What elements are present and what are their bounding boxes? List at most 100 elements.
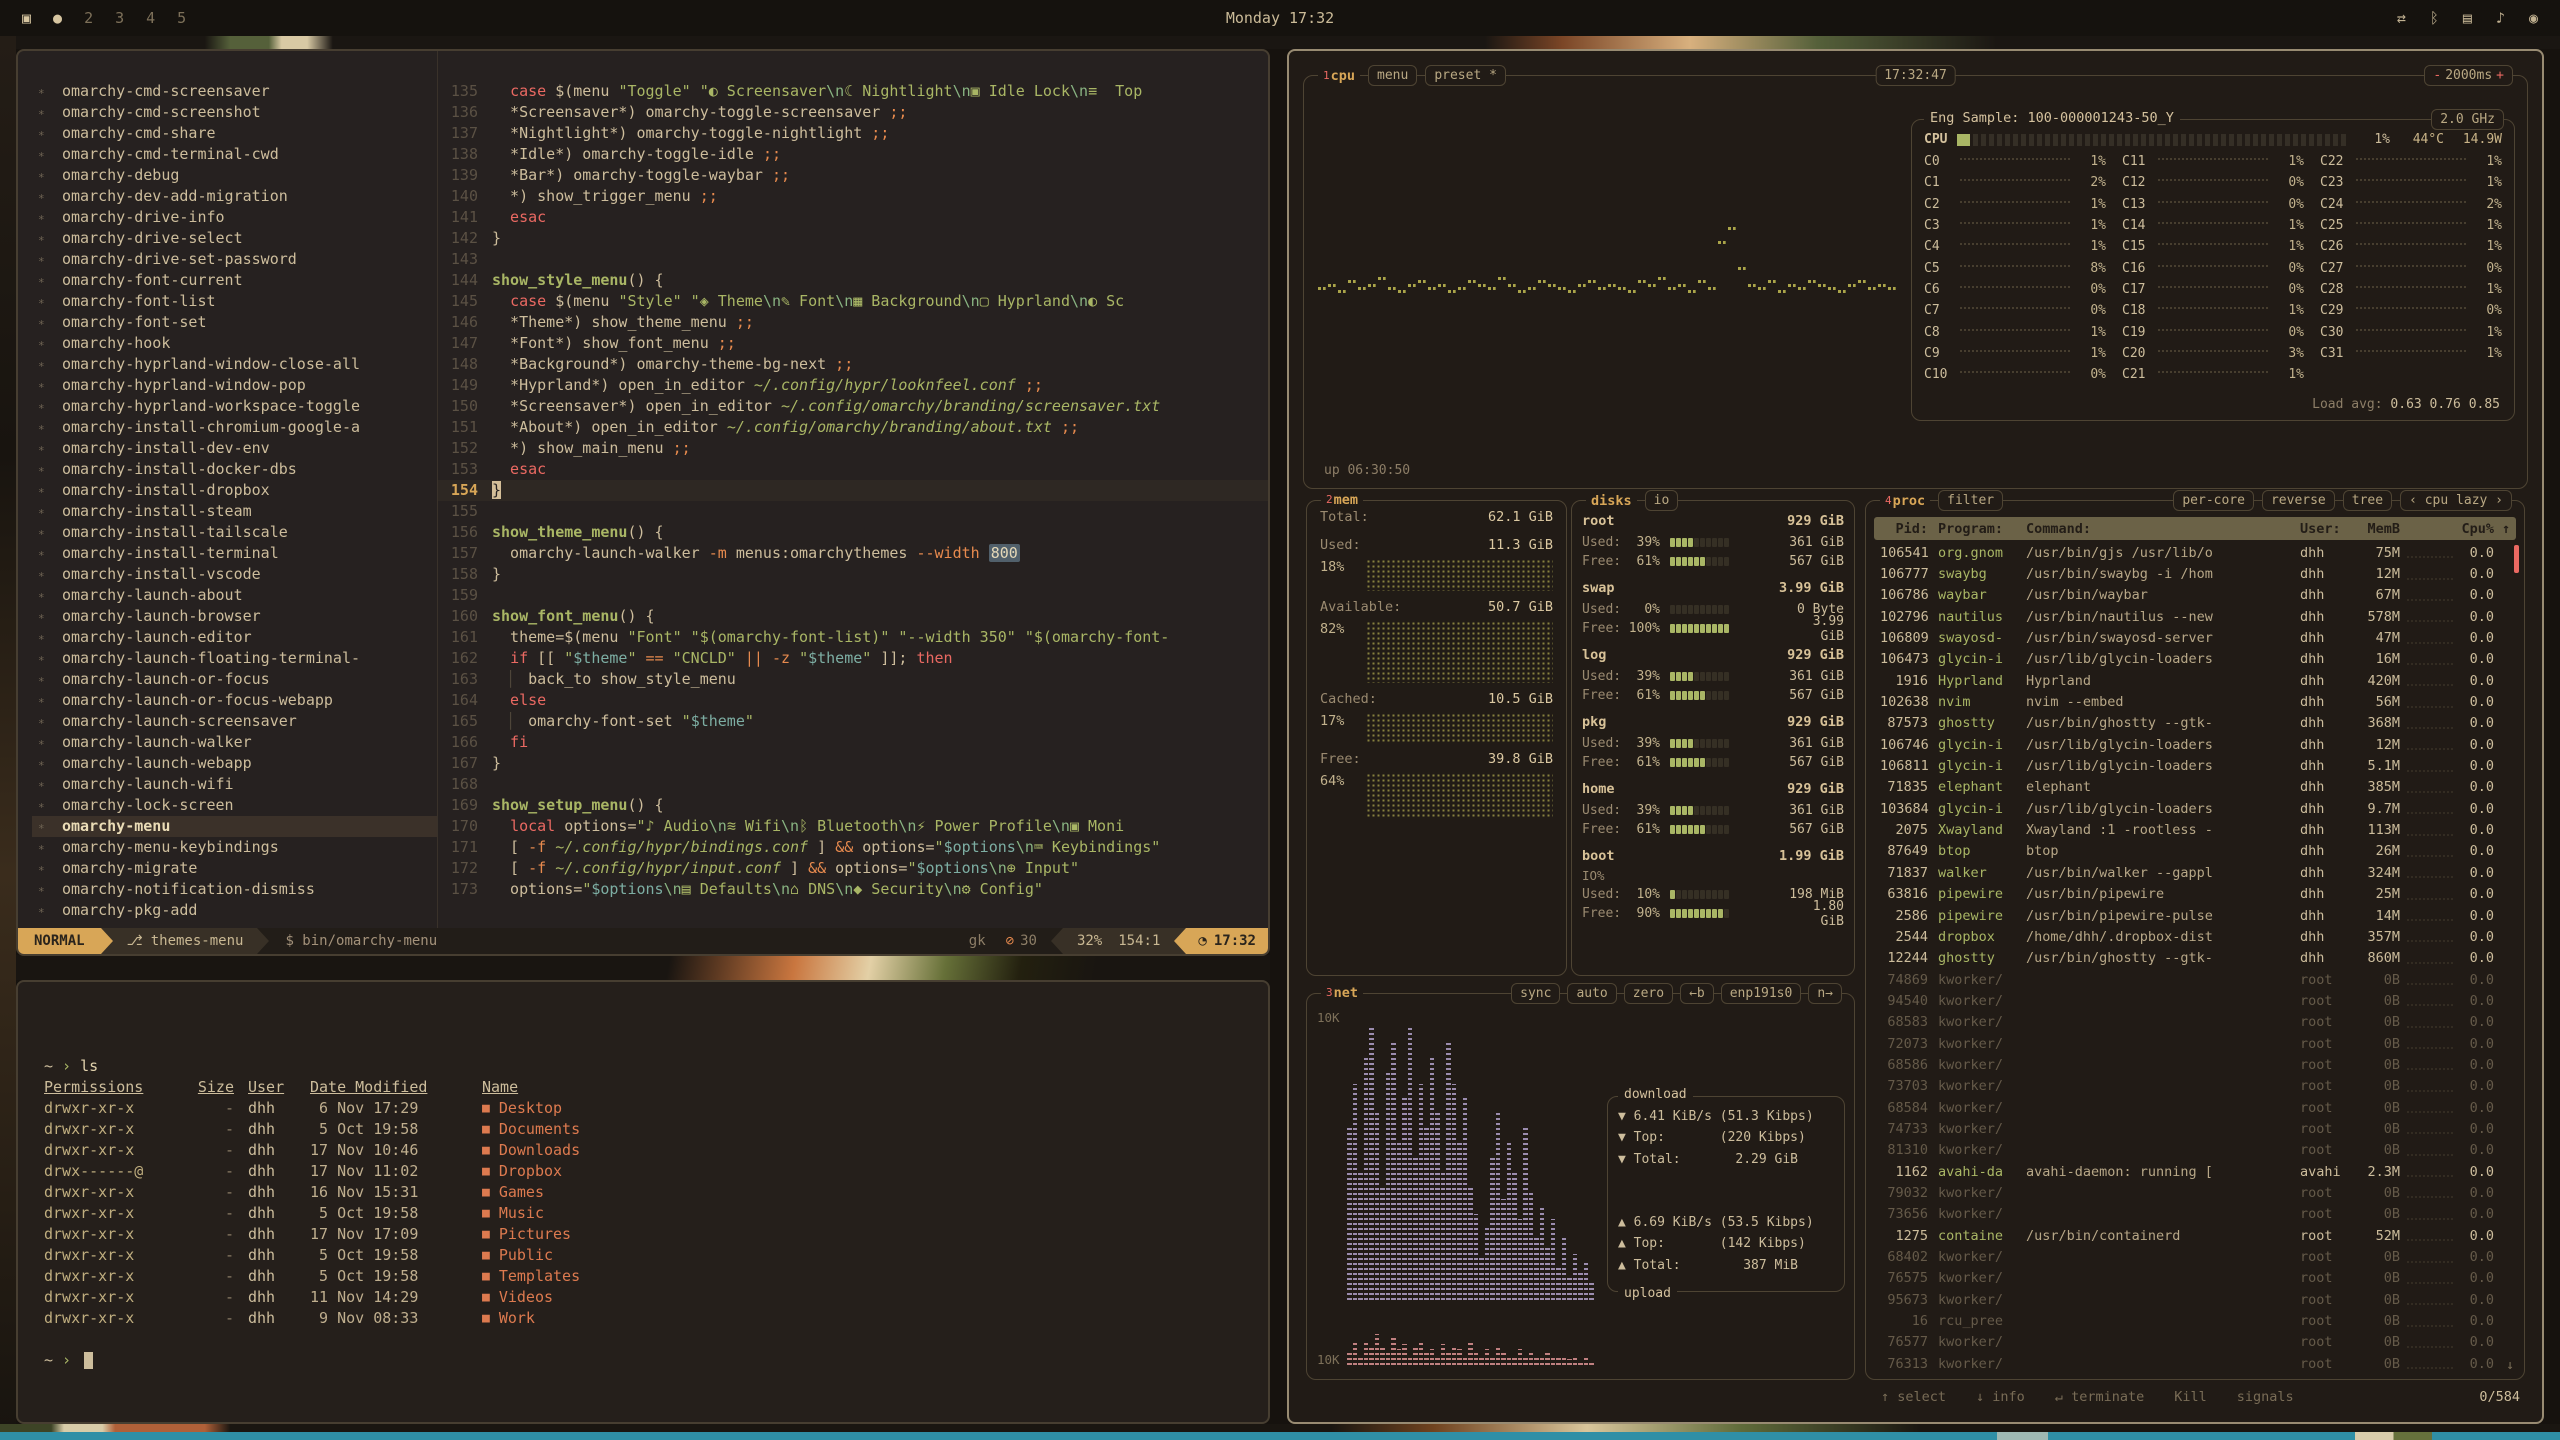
- process-row[interactable]: 106777 swaybg /usr/bin/swaybg -i /hom dh…: [1874, 563, 2516, 584]
- file-item[interactable]: ∗ omarchy-drive-info: [32, 207, 437, 228]
- file-item[interactable]: ∗ omarchy-drive-set-password: [32, 249, 437, 270]
- process-row[interactable]: 71835 elephant elephant dhh 385M 0.0: [1874, 777, 2516, 798]
- file-item[interactable]: ∗ omarchy-install-steam: [32, 501, 437, 522]
- interval-plus[interactable]: +: [2496, 67, 2504, 85]
- workspace-item[interactable]: 2: [84, 9, 93, 27]
- status-icon[interactable]: ▤: [2463, 9, 2472, 27]
- file-item[interactable]: ∗ omarchy-cmd-share: [32, 123, 437, 144]
- file-item[interactable]: ∗ omarchy-font-set: [32, 312, 437, 333]
- file-item[interactable]: ∗ omarchy-launch-about: [32, 585, 437, 606]
- proc-option[interactable]: ‹ cpu lazy ›: [2400, 490, 2512, 511]
- net-option[interactable]: ←b: [1680, 983, 1714, 1004]
- net-option[interactable]: n→: [1808, 983, 1842, 1004]
- process-table-header[interactable]: Pid: Program: Command: User: MemB Cpu% ↑: [1874, 517, 2516, 540]
- workspace-item[interactable]: 3: [115, 9, 124, 27]
- file-item[interactable]: ∗ omarchy-install-chromium-google-a: [32, 417, 437, 438]
- status-icon[interactable]: ♪: [2496, 9, 2505, 27]
- disks-box-title[interactable]: disks: [1586, 491, 1637, 511]
- help-item[interactable]: ↵ terminate: [2055, 1389, 2144, 1405]
- file-item[interactable]: ∗ omarchy-install-dev-env: [32, 438, 437, 459]
- workspace-item[interactable]: 4: [146, 9, 155, 27]
- interval-minus[interactable]: -: [2433, 67, 2441, 85]
- sort-direction-icon[interactable]: ↑: [2494, 521, 2510, 537]
- file-tree[interactable]: ∗ omarchy-cmd-screensaver ∗ omarchy-cmd-…: [18, 51, 438, 954]
- process-row[interactable]: 68586 kworker/ root 0B 0.0: [1874, 1054, 2516, 1075]
- process-row[interactable]: 1162 avahi-da avahi-daemon: running [ av…: [1874, 1161, 2516, 1182]
- process-row[interactable]: 16 rcu_pree root 0B 0.0: [1874, 1310, 2516, 1331]
- workspace-item[interactable]: ●: [53, 9, 62, 27]
- process-row[interactable]: 87573 ghostty /usr/bin/ghostty --gtk- dh…: [1874, 713, 2516, 734]
- preset-button[interactable]: preset *: [1425, 65, 1506, 86]
- process-row[interactable]: 73703 kworker/ root 0B 0.0: [1874, 1076, 2516, 1097]
- process-row[interactable]: 87649 btop btop dhh 26M 0.0: [1874, 841, 2516, 862]
- net-option[interactable]: sync: [1511, 983, 1560, 1004]
- proc-option[interactable]: per-core: [2173, 490, 2254, 511]
- process-row[interactable]: 76313 kworker/ root 0B 0.0: [1874, 1353, 2516, 1374]
- git-branch[interactable]: ⎇ themes-menu: [113, 928, 258, 954]
- process-row[interactable]: 79032 kworker/ root 0B 0.0: [1874, 1182, 2516, 1203]
- file-item[interactable]: ∗ omarchy-menu-keybindings: [32, 837, 437, 858]
- process-row[interactable]: 76575 kworker/ root 0B 0.0: [1874, 1268, 2516, 1289]
- process-row[interactable]: 1916 Hyprland Hyprland dhh 420M 0.0: [1874, 670, 2516, 691]
- workspace-item[interactable]: ▣: [22, 9, 31, 27]
- file-item[interactable]: ∗ omarchy-launch-or-focus: [32, 669, 437, 690]
- file-item[interactable]: ∗ omarchy-cmd-terminal-cwd: [32, 144, 437, 165]
- file-item[interactable]: ∗ omarchy-install-tailscale: [32, 522, 437, 543]
- process-row[interactable]: 2544 dropbox /home/dhh/.dropbox-dist dhh…: [1874, 926, 2516, 947]
- prompt-line-current[interactable]: ~ ›: [44, 1350, 1242, 1371]
- file-item[interactable]: ∗ omarchy-hook: [32, 333, 437, 354]
- code-editor[interactable]: 135 case $(menu "Toggle" "◐ Screensaver\…: [438, 51, 1268, 954]
- io-toggle[interactable]: io: [1645, 490, 1679, 511]
- scroll-down-icon[interactable]: ↓: [2506, 1358, 2514, 1373]
- process-row[interactable]: 106746 glycin-i /usr/lib/glycin-loaders …: [1874, 734, 2516, 755]
- process-row[interactable]: 71837 walker /usr/bin/walker --gappl dhh…: [1874, 862, 2516, 883]
- status-icon[interactable]: ◉: [2529, 9, 2538, 27]
- file-item[interactable]: ∗ omarchy-debug: [32, 165, 437, 186]
- process-row[interactable]: 12244 ghostty /usr/bin/ghostty --gtk- dh…: [1874, 948, 2516, 969]
- file-item[interactable]: ∗ omarchy-install-dropbox: [32, 480, 437, 501]
- proc-box-title[interactable]: 4proc: [1880, 491, 1930, 511]
- update-interval[interactable]: - 2000ms +: [2424, 65, 2513, 86]
- process-row[interactable]: 106809 swayosd- /usr/bin/swayosd-server …: [1874, 627, 2516, 648]
- terminal-window[interactable]: ~ › ls Permissions Size User Date Modifi…: [16, 980, 1270, 1424]
- file-item[interactable]: ∗ omarchy-launch-screensaver: [32, 711, 437, 732]
- process-row[interactable]: 106473 glycin-i /usr/lib/glycin-loaders …: [1874, 649, 2516, 670]
- help-item[interactable]: Kill: [2174, 1389, 2207, 1405]
- file-item[interactable]: ∗ omarchy-launch-wifi: [32, 774, 437, 795]
- file-item[interactable]: ∗ omarchy-notification-dismiss: [32, 879, 437, 900]
- process-row[interactable]: 2075 Xwayland Xwayland :1 -rootless - dh…: [1874, 819, 2516, 840]
- process-row[interactable]: 72073 kworker/ root 0B 0.0: [1874, 1033, 2516, 1054]
- process-row[interactable]: 74733 kworker/ root 0B 0.0: [1874, 1118, 2516, 1139]
- process-row[interactable]: 95673 kworker/ root 0B 0.0: [1874, 1289, 2516, 1310]
- file-item[interactable]: ∗ omarchy-dev-add-migration: [32, 186, 437, 207]
- file-item[interactable]: ∗ omarchy-menu: [32, 816, 437, 837]
- process-row[interactable]: 76577 kworker/ root 0B 0.0: [1874, 1332, 2516, 1353]
- proc-option[interactable]: reverse: [2262, 490, 2335, 511]
- file-item[interactable]: ∗ omarchy-lock-screen: [32, 795, 437, 816]
- file-item[interactable]: ∗ omarchy-drive-select: [32, 228, 437, 249]
- process-row[interactable]: 68583 kworker/ root 0B 0.0: [1874, 1012, 2516, 1033]
- process-row[interactable]: 63816 pipewire /usr/bin/pipewire dhh 25M…: [1874, 884, 2516, 905]
- file-item[interactable]: ∗ omarchy-launch-walker: [32, 732, 437, 753]
- file-item[interactable]: ∗ omarchy-launch-browser: [32, 606, 437, 627]
- file-item[interactable]: ∗ omarchy-migrate: [32, 858, 437, 879]
- file-item[interactable]: ∗ omarchy-launch-floating-terminal-: [32, 648, 437, 669]
- status-icon[interactable]: ⇄: [2397, 9, 2406, 27]
- process-row[interactable]: 2586 pipewire /usr/bin/pipewire-pulse dh…: [1874, 905, 2516, 926]
- filter-button[interactable]: filter: [1938, 490, 2003, 511]
- file-item[interactable]: ∗ omarchy-cmd-screenshot: [32, 102, 437, 123]
- mem-box-title[interactable]: 2mem: [1321, 490, 1363, 510]
- file-item[interactable]: ∗ omarchy-install-terminal: [32, 543, 437, 564]
- net-option[interactable]: zero: [1624, 983, 1673, 1004]
- file-item[interactable]: ∗ omarchy-cmd-screensaver: [32, 81, 437, 102]
- proc-option[interactable]: tree: [2343, 490, 2392, 511]
- cpu-box-title[interactable]: 1cpu: [1318, 66, 1360, 86]
- process-row[interactable]: 103684 glycin-i /usr/lib/glycin-loaders …: [1874, 798, 2516, 819]
- buffer-name[interactable]: $ bin/omarchy-menu: [269, 928, 453, 954]
- file-item[interactable]: ∗ omarchy-launch-or-focus-webapp: [32, 690, 437, 711]
- process-row[interactable]: 68402 kworker/ root 0B 0.0: [1874, 1246, 2516, 1267]
- file-item[interactable]: ∗ omarchy-install-docker-dbs: [32, 459, 437, 480]
- net-box-title[interactable]: 3net: [1321, 983, 1363, 1003]
- process-row[interactable]: 68584 kworker/ root 0B 0.0: [1874, 1097, 2516, 1118]
- process-row[interactable]: 106541 org.gnom /usr/bin/gjs /usr/lib/o …: [1874, 542, 2516, 563]
